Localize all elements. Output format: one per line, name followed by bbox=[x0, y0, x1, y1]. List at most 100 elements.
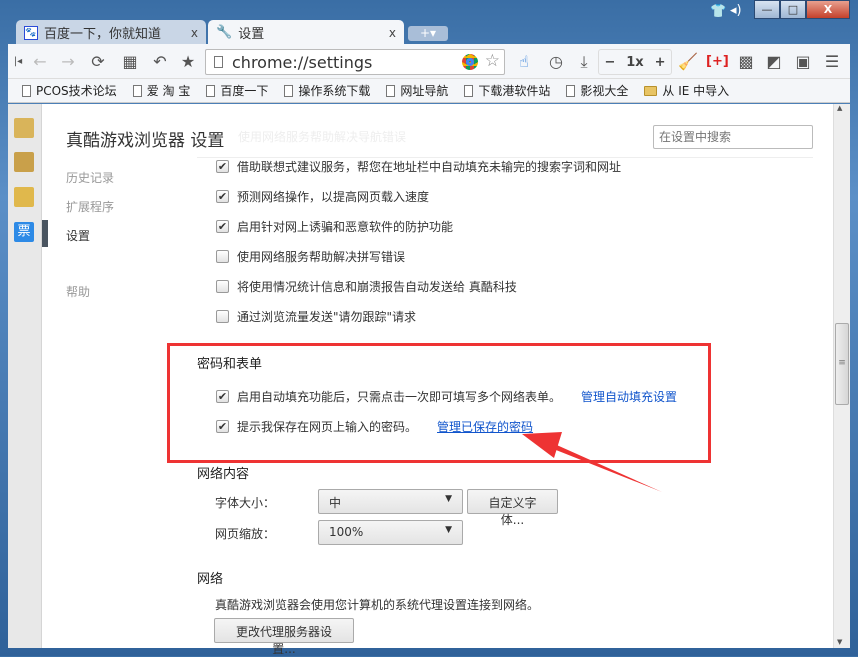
tab-close-icon[interactable]: x bbox=[389, 26, 396, 40]
page-icon bbox=[386, 85, 395, 97]
checkbox[interactable] bbox=[216, 250, 229, 263]
checkbox[interactable] bbox=[216, 280, 229, 293]
user-folder-icon[interactable] bbox=[14, 152, 34, 172]
dropdown-arrow-icon: ▼ bbox=[445, 494, 452, 509]
page-zoom-label: 网页缩放： bbox=[215, 525, 275, 542]
tab-baidu[interactable]: 🐾 百度一下，你就知道 x bbox=[16, 20, 206, 45]
star-folder-icon[interactable] bbox=[14, 187, 34, 207]
apps-grid-icon[interactable]: ▦ bbox=[120, 52, 140, 72]
bookmark-item[interactable]: 网址导航 bbox=[386, 82, 448, 99]
close-button[interactable]: X bbox=[806, 0, 850, 19]
arrow-annotation bbox=[510, 420, 670, 500]
favorites-folder-icon[interactable] bbox=[14, 118, 34, 138]
paw-icon: 🐾 bbox=[24, 26, 38, 40]
screenshot-icon[interactable]: ◩ bbox=[764, 52, 784, 72]
page-zoom-select[interactable]: 100%▼ bbox=[318, 520, 463, 545]
page-icon bbox=[22, 85, 31, 97]
settings-search-input[interactable] bbox=[653, 125, 813, 149]
gesture-icon[interactable]: ☝ bbox=[514, 52, 534, 72]
ticket-icon[interactable]: 票 bbox=[14, 222, 34, 242]
page-icon bbox=[206, 85, 215, 97]
folder-icon bbox=[644, 86, 657, 96]
zoom-out-button[interactable]: − bbox=[604, 55, 615, 70]
forward-icon[interactable]: → bbox=[58, 52, 78, 72]
tab-settings[interactable]: 🔧 设置 x bbox=[208, 20, 404, 45]
zoom-in-button[interactable]: + bbox=[655, 55, 666, 70]
proxy-settings-button[interactable]: 更改代理服务器设置... bbox=[214, 618, 354, 643]
minimize-button[interactable]: — bbox=[754, 0, 780, 19]
privacy-option[interactable]: 将使用情况统计信息和崩溃报告自动发送给 真酷科技 bbox=[216, 278, 517, 295]
bookmark-item[interactable]: 下载港软件站 bbox=[464, 82, 550, 99]
bookmark-star-icon[interactable]: ★ bbox=[178, 52, 198, 72]
manage-autofill-link[interactable]: 管理自动填充设置 bbox=[581, 388, 677, 405]
menu-icon[interactable]: ☰ bbox=[822, 52, 842, 72]
sidebar-toggle-icon[interactable]: |◂ bbox=[8, 52, 28, 72]
page-icon bbox=[566, 85, 575, 97]
zoom-level[interactable]: 1x bbox=[626, 55, 643, 70]
autofill-option[interactable]: ✔启用自动填充功能后，只需点击一次即可填写多个网络表单。管理自动填充设置 bbox=[216, 388, 677, 405]
reload-icon[interactable]: ⟳ bbox=[88, 52, 108, 72]
bookmark-item[interactable]: 百度一下 bbox=[206, 82, 268, 99]
window-mode-icon[interactable]: ▣ bbox=[793, 52, 813, 72]
checker-icon[interactable]: ▩ bbox=[736, 52, 756, 72]
nav-settings[interactable]: 设置 bbox=[66, 227, 90, 244]
bookmark-item[interactable]: PCOS技术论坛 bbox=[22, 82, 117, 99]
maximize-button[interactable]: □ bbox=[780, 0, 806, 19]
new-tab-button[interactable]: +▾ bbox=[408, 26, 448, 41]
network-description: 真酷游戏浏览器会使用您计算机的系统代理设置连接到网络。 bbox=[215, 596, 539, 613]
sound-icon[interactable]: ◂) bbox=[730, 3, 742, 18]
scrollbar[interactable]: ▲ ≡ ▼ bbox=[833, 104, 850, 648]
privacy-option[interactable]: ✔启用针对网上诱骗和恶意软件的防护功能 bbox=[216, 218, 453, 235]
faded-text: 使用网络服务帮助解决导航错误 bbox=[238, 128, 406, 145]
nav-extensions[interactable]: 扩展程序 bbox=[66, 198, 114, 215]
nav-history[interactable]: 历史记录 bbox=[66, 169, 114, 186]
font-size-select[interactable]: 中▼ bbox=[318, 489, 463, 514]
bookmark-import[interactable]: 从 IE 中导入 bbox=[644, 82, 729, 99]
star-icon[interactable]: ☆ bbox=[485, 51, 500, 71]
skin-icon[interactable]: 👕 bbox=[710, 4, 726, 19]
privacy-option[interactable]: ✔借助联想式建议服务，帮您在地址栏中自动填充未输完的搜索字词和网址 bbox=[216, 158, 621, 175]
tab-close-icon[interactable]: x bbox=[191, 26, 198, 40]
scroll-down-icon[interactable]: ▼ bbox=[837, 638, 842, 646]
bookmark-label: PCOS技术论坛 bbox=[36, 82, 117, 99]
checkbox[interactable]: ✔ bbox=[216, 420, 229, 433]
privacy-option[interactable]: 通过浏览流量发送"请勿跟踪"请求 bbox=[216, 308, 416, 325]
page-icon bbox=[284, 85, 293, 97]
history-clock-icon[interactable]: ◷ bbox=[546, 52, 566, 72]
scroll-up-icon[interactable]: ▲ bbox=[837, 104, 842, 112]
bookmark-label: 网址导航 bbox=[400, 82, 448, 99]
bookmark-item[interactable]: 操作系统下载 bbox=[284, 82, 370, 99]
download-icon[interactable]: ⤓ bbox=[574, 52, 594, 72]
custom-fonts-button[interactable]: 自定义字体... bbox=[467, 489, 558, 514]
address-bar[interactable]: chrome://settings ☆ bbox=[205, 49, 505, 75]
window-controls: — □ X bbox=[754, 0, 850, 19]
side-panel bbox=[8, 104, 42, 648]
select-value: 100% bbox=[329, 525, 363, 540]
option-label: 使用网络服务帮助解决拼写错误 bbox=[237, 248, 405, 265]
scroll-thumb[interactable]: ≡ bbox=[835, 323, 849, 405]
back-icon[interactable]: ← bbox=[30, 52, 50, 72]
bookmark-label: 爱 淘 宝 bbox=[147, 82, 191, 99]
bookmark-item[interactable]: 爱 淘 宝 bbox=[133, 82, 191, 99]
undo-icon[interactable]: ↶ bbox=[150, 52, 170, 72]
nav-help[interactable]: 帮助 bbox=[66, 283, 90, 300]
checkbox[interactable]: ✔ bbox=[216, 390, 229, 403]
privacy-option[interactable]: 使用网络服务帮助解决拼写错误 bbox=[216, 248, 405, 265]
zoom-control: − 1x + bbox=[598, 49, 672, 75]
first-aid-icon[interactable]: [+] bbox=[706, 52, 726, 72]
bookmark-label: 操作系统下载 bbox=[298, 82, 370, 99]
section-passwords-title: 密码和表单 bbox=[197, 353, 262, 372]
checkbox[interactable]: ✔ bbox=[216, 190, 229, 203]
option-label: 预测网络操作，以提高网页载入速度 bbox=[237, 188, 429, 205]
checkbox[interactable] bbox=[216, 310, 229, 323]
privacy-option[interactable]: ✔ 预测网络操作，以提高网页载入速度 bbox=[216, 188, 429, 205]
bookmark-item[interactable]: 影视大全 bbox=[566, 82, 628, 99]
page-icon bbox=[133, 85, 142, 97]
checkbox[interactable]: ✔ bbox=[216, 160, 229, 173]
checkbox[interactable]: ✔ bbox=[216, 220, 229, 233]
bookmark-label: 百度一下 bbox=[220, 82, 268, 99]
broom-icon[interactable]: 🧹 bbox=[678, 52, 698, 72]
bookmark-label: 下载港软件站 bbox=[478, 82, 550, 99]
save-password-option[interactable]: ✔提示我保存在网页上输入的密码。管理已保存的密码 bbox=[216, 418, 533, 435]
active-nav-marker bbox=[42, 220, 48, 247]
